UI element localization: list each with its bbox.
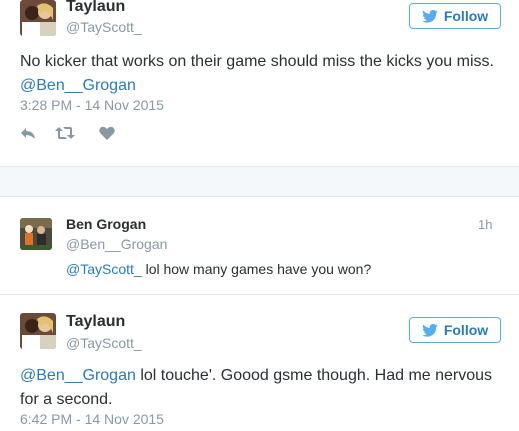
tweet-age[interactable]: 1h [478, 217, 492, 232]
reply-text: @TayScott_ lol how many games have you w… [66, 261, 371, 277]
author-name[interactable]: Taylaun [66, 0, 125, 16]
follow-button[interactable]: Follow [409, 317, 501, 343]
author-name[interactable]: Taylaun [66, 313, 125, 331]
avatar-image [20, 313, 56, 349]
like-icon[interactable] [99, 126, 115, 140]
author-name[interactable]: Ben Grogan [66, 216, 146, 232]
avatar[interactable] [20, 0, 56, 36]
tweet-text-line: for a second. [20, 391, 113, 408]
mention-link[interactable]: @Ben__Grogan [20, 367, 136, 384]
mention-link[interactable]: @Ben__Grogan [20, 77, 136, 94]
avatar-image [20, 218, 52, 250]
reply-icon[interactable] [20, 126, 36, 140]
follow-button[interactable]: Follow [409, 3, 501, 29]
reply-text-content: lol how many games have you won? [141, 261, 372, 277]
twitter-bird-icon [422, 323, 438, 337]
avatar[interactable] [20, 313, 56, 349]
timestamp[interactable]: 6:42 PM - 14 Nov 2015 [20, 411, 164, 427]
reply-tweet[interactable]: Ben Grogan @Ben__Grogan 1h @TayScott_ lo… [0, 197, 519, 293]
tweet-2: Taylaun @TayScott_ Follow @Ben__Grogan l… [0, 295, 519, 431]
timestamp[interactable]: 3:28 PM - 14 Nov 2015 [20, 97, 164, 113]
conversation-gap [0, 167, 519, 196]
tweet-text-line: No kicker that works on their game shoul… [20, 53, 494, 70]
avatar-image [20, 0, 56, 36]
mention-link[interactable]: @TayScott_ [66, 261, 142, 277]
tweet-1: Taylaun @TayScott_ Follow No kicker that… [0, 0, 519, 160]
author-handle[interactable]: @TayScott_ [66, 19, 142, 35]
tweet-text-line: lol touche'. Goood gsme though. Had me n… [135, 367, 493, 384]
tweet-text: @Ben__Grogan lol touche'. Goood gsme tho… [20, 364, 510, 412]
author-handle[interactable]: @TayScott_ [66, 335, 142, 351]
follow-label: Follow [443, 8, 489, 24]
retweet-icon[interactable] [55, 126, 75, 140]
twitter-bird-icon [422, 9, 438, 23]
author-handle[interactable]: @Ben__Grogan [66, 236, 167, 252]
avatar[interactable] [20, 218, 52, 250]
tweet-text: No kicker that works on their game shoul… [20, 50, 510, 98]
follow-label: Follow [443, 322, 489, 338]
